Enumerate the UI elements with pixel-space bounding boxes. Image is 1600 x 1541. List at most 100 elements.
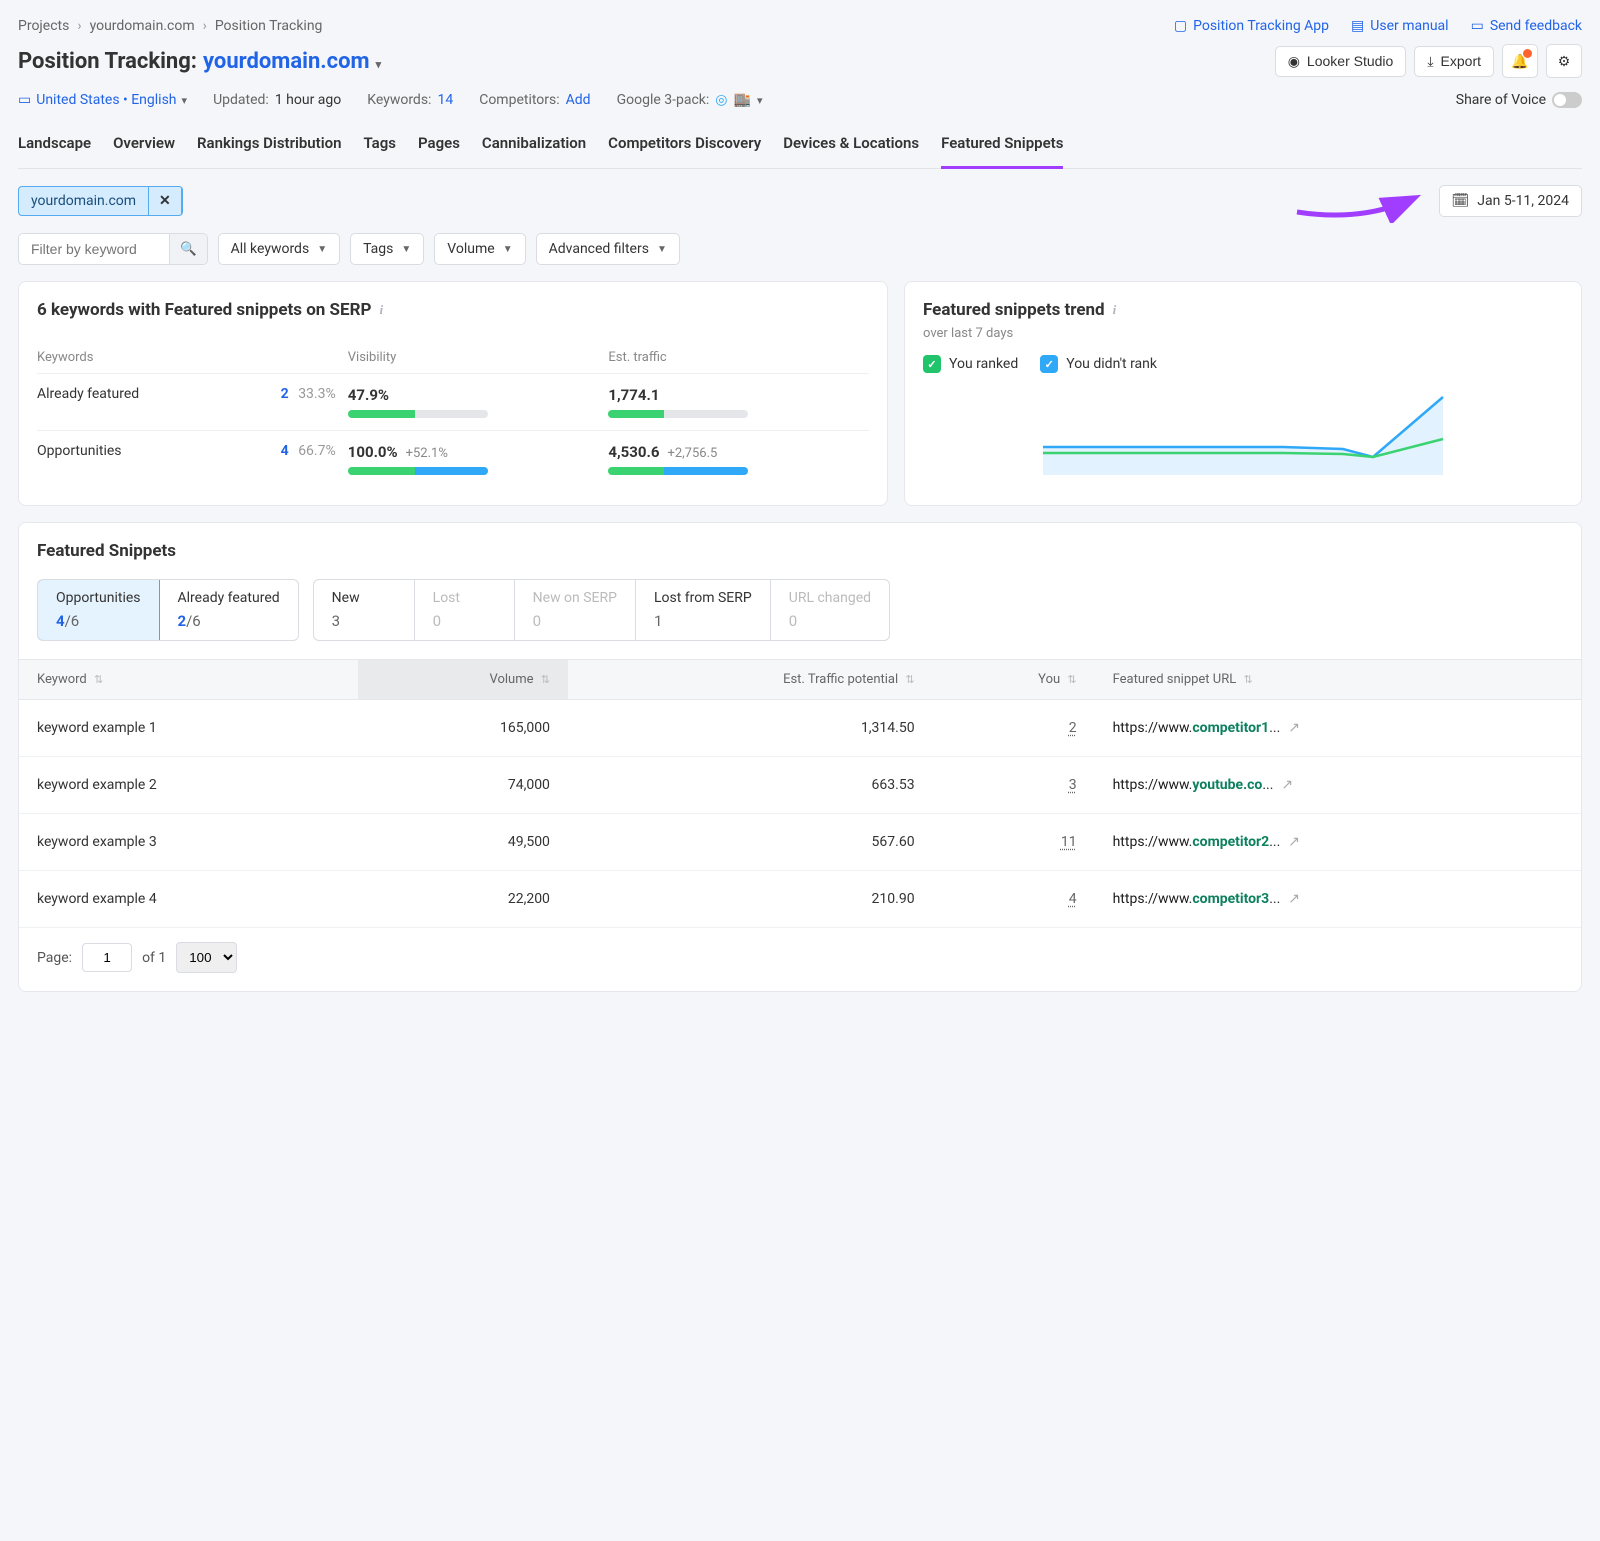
tab-featured-snippets[interactable]: Featured Snippets bbox=[941, 126, 1063, 169]
chevron-down-icon: ▾ bbox=[757, 94, 763, 107]
keyword-filter-input[interactable] bbox=[19, 234, 169, 264]
cell-you: 3 bbox=[933, 757, 1095, 814]
cell-keyword[interactable]: keyword example 2 bbox=[19, 757, 358, 814]
pill-new[interactable]: New3 bbox=[314, 580, 414, 640]
kpi-count[interactable]: 4 bbox=[281, 443, 295, 459]
share-of-voice-toggle[interactable] bbox=[1552, 92, 1582, 108]
kpi-count[interactable]: 2 bbox=[281, 386, 295, 402]
g3pack-pin-icon[interactable]: ◎ bbox=[715, 92, 727, 108]
google-3pack-meta: Google 3-pack: ◎ 🏬 ▾ bbox=[617, 92, 763, 108]
external-link-icon[interactable]: ↗ bbox=[1288, 720, 1300, 736]
chevron-down-icon: ▼ bbox=[401, 244, 411, 255]
tab-cannibalization[interactable]: Cannibalization bbox=[482, 126, 586, 168]
col-volume[interactable]: Volume ⇅ bbox=[358, 660, 568, 700]
table-row: keyword example 274,000663.533https://ww… bbox=[19, 757, 1581, 814]
col-url[interactable]: Featured snippet URL ⇅ bbox=[1095, 660, 1581, 700]
cell-url[interactable]: https://www.competitor2...↗ bbox=[1095, 814, 1581, 871]
breadcrumb-domain[interactable]: yourdomain.com bbox=[90, 18, 195, 34]
pill-url-changed[interactable]: URL changed0 bbox=[770, 580, 889, 640]
tab-tags[interactable]: Tags bbox=[363, 126, 396, 168]
legend-not-ranked[interactable]: ✓ You didn't rank bbox=[1040, 355, 1157, 373]
chevron-down-icon: ▼ bbox=[317, 244, 327, 255]
settings-button[interactable]: ⚙ bbox=[1546, 44, 1582, 78]
book-icon: ▤ bbox=[1351, 18, 1364, 34]
keywords-count-link[interactable]: 14 bbox=[437, 92, 453, 108]
tab-rankings-distribution[interactable]: Rankings Distribution bbox=[197, 126, 341, 168]
col-you[interactable]: You ⇅ bbox=[933, 660, 1095, 700]
monitor-icon: ▭ bbox=[18, 92, 31, 108]
cell-volume: 165,000 bbox=[358, 700, 568, 757]
pill-already-featured[interactable]: Already featured2/6 bbox=[159, 580, 298, 640]
info-icon[interactable]: i bbox=[1113, 302, 1117, 318]
remove-domain-chip[interactable]: ✕ bbox=[149, 187, 182, 215]
cell-volume: 49,500 bbox=[358, 814, 568, 871]
external-link-icon[interactable]: ↗ bbox=[1281, 777, 1293, 793]
cell-etp: 567.60 bbox=[568, 814, 933, 871]
chevron-down-icon: ▾ bbox=[182, 94, 188, 107]
callout-arrow bbox=[1292, 187, 1432, 223]
export-button[interactable]: ⤓ Export bbox=[1414, 46, 1494, 77]
legend-ranked[interactable]: ✓ You ranked bbox=[923, 355, 1018, 373]
chevron-down-icon: ▾ bbox=[376, 58, 382, 71]
keyword-filter: 🔍 bbox=[18, 233, 208, 265]
send-feedback-link[interactable]: ▭Send feedback bbox=[1471, 18, 1582, 34]
tab-devices-locations[interactable]: Devices & Locations bbox=[783, 126, 919, 168]
volume-dropdown[interactable]: Volume▼ bbox=[434, 233, 525, 265]
tab-competitors-discovery[interactable]: Competitors Discovery bbox=[608, 126, 761, 168]
info-icon[interactable]: i bbox=[379, 302, 383, 318]
notification-dot bbox=[1523, 49, 1532, 58]
calendar-icon: 🗓 bbox=[1452, 193, 1470, 209]
cell-keyword[interactable]: keyword example 1 bbox=[19, 700, 358, 757]
cell-etp: 210.90 bbox=[568, 871, 933, 928]
gear-icon: ⚙ bbox=[1558, 53, 1571, 70]
looker-studio-button[interactable]: ◉ Looker Studio bbox=[1275, 46, 1407, 77]
pill-new-on-serp[interactable]: New on SERP0 bbox=[514, 580, 635, 640]
speech-icon: ▭ bbox=[1471, 18, 1484, 34]
position-tracking-app-link[interactable]: ▢Position Tracking App bbox=[1174, 18, 1329, 34]
user-manual-link[interactable]: ▤User manual bbox=[1351, 18, 1449, 34]
domain-selector[interactable]: yourdomain.com ▾ bbox=[203, 49, 381, 74]
cell-url[interactable]: https://www.youtube.co...↗ bbox=[1095, 757, 1581, 814]
cell-you: 2 bbox=[933, 700, 1095, 757]
external-link-icon[interactable]: ↗ bbox=[1288, 891, 1300, 907]
breadcrumb-projects[interactable]: Projects bbox=[18, 18, 69, 34]
trend-card-subtitle: over last 7 days bbox=[923, 326, 1563, 341]
cell-url[interactable]: https://www.competitor1...↗ bbox=[1095, 700, 1581, 757]
pill-opportunities[interactable]: Opportunities4/6 bbox=[37, 579, 160, 641]
pill-lost[interactable]: Lost0 bbox=[414, 580, 514, 640]
external-link-icon[interactable]: ↗ bbox=[1288, 834, 1300, 850]
tab-overview[interactable]: Overview bbox=[113, 126, 175, 168]
trend-chart bbox=[923, 387, 1563, 475]
domain-chip-label: yourdomain.com bbox=[19, 187, 149, 215]
page-label: Page: bbox=[37, 950, 72, 966]
kpi-row-name: Already featured bbox=[37, 374, 233, 431]
tab-pages[interactable]: Pages bbox=[418, 126, 460, 168]
pill-lost-from-serp[interactable]: Lost from SERP1 bbox=[635, 580, 770, 640]
tags-dropdown[interactable]: Tags▼ bbox=[350, 233, 424, 265]
locale-selector[interactable]: ▭ United States • English ▾ bbox=[18, 92, 187, 108]
page-size-select[interactable]: 100 bbox=[176, 942, 237, 973]
chevron-down-icon: ▼ bbox=[503, 244, 513, 255]
col-keyword[interactable]: Keyword ⇅ bbox=[19, 660, 358, 700]
add-competitors-link[interactable]: Add bbox=[566, 92, 591, 108]
trend-card: Featured snippets trend i over last 7 da… bbox=[904, 281, 1582, 506]
page-input[interactable] bbox=[82, 943, 132, 972]
date-range-picker[interactable]: 🗓 Jan 5-11, 2024 bbox=[1439, 185, 1583, 217]
cell-keyword[interactable]: keyword example 4 bbox=[19, 871, 358, 928]
notifications-button[interactable]: 🔔 bbox=[1502, 44, 1538, 78]
advanced-filters-dropdown[interactable]: Advanced filters▼ bbox=[536, 233, 680, 265]
all-keywords-dropdown[interactable]: All keywords▼ bbox=[218, 233, 340, 265]
cell-url[interactable]: https://www.competitor3...↗ bbox=[1095, 871, 1581, 928]
g3pack-store-icon[interactable]: 🏬 bbox=[734, 92, 751, 108]
keyword-search-button[interactable]: 🔍 bbox=[169, 234, 207, 264]
table-row: keyword example 1165,0001,314.502https:/… bbox=[19, 700, 1581, 757]
breadcrumb-current: Position Tracking bbox=[215, 18, 323, 34]
cell-keyword[interactable]: keyword example 3 bbox=[19, 814, 358, 871]
check-icon: ✓ bbox=[1040, 355, 1058, 373]
tab-landscape[interactable]: Landscape bbox=[18, 126, 91, 168]
kpi-card: 6 keywords with Featured snippets on SER… bbox=[18, 281, 888, 506]
breadcrumb: Projects › yourdomain.com › Position Tra… bbox=[18, 18, 322, 34]
chevron-down-icon: ▼ bbox=[657, 244, 667, 255]
domain-filter-chip: yourdomain.com ✕ bbox=[18, 186, 183, 216]
col-etp[interactable]: Est. Traffic potential ⇅ bbox=[568, 660, 933, 700]
